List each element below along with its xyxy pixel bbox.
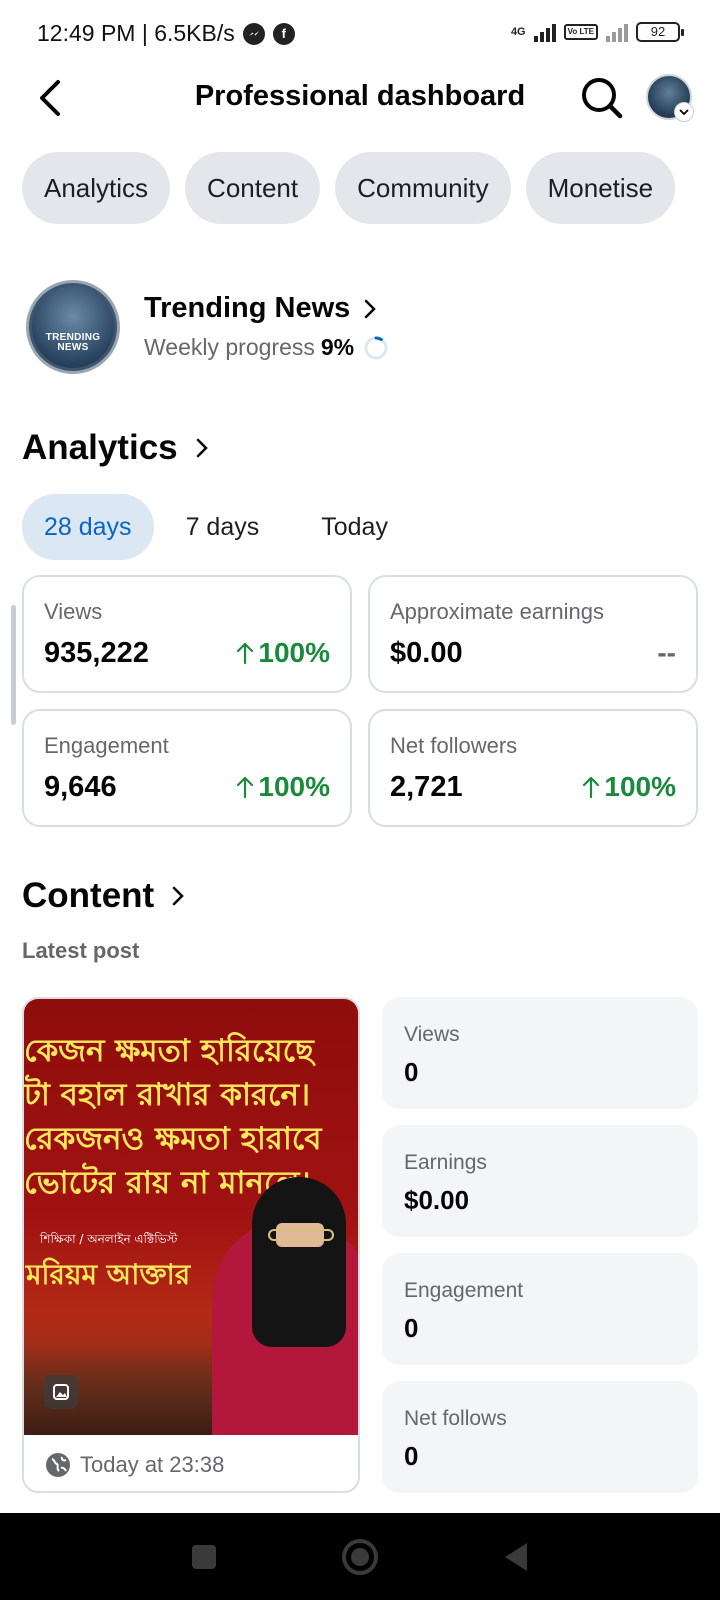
stat-value: 9,646	[44, 771, 117, 803]
profile-name-row[interactable]: Trending News	[144, 292, 377, 325]
stat-card-net-followers[interactable]: Net followers 2,721 100%	[368, 709, 698, 827]
battery-indicator: 92	[636, 22, 684, 42]
tab-monetise[interactable]: Monetise	[525, 152, 676, 224]
network-type: 4G	[510, 26, 526, 38]
post-metric-earnings: Earnings $0.00	[382, 1125, 698, 1237]
stat-label: Net followers	[390, 733, 518, 758]
range-7-days[interactable]: 7 days	[156, 494, 290, 560]
stat-delta: --	[657, 637, 676, 669]
stat-card-earnings[interactable]: Approximate earnings $0.00 --	[368, 575, 698, 693]
weekly-progress-value: 9%	[320, 334, 355, 360]
analytics-title: Analytics	[22, 428, 178, 467]
range-today[interactable]: Today	[291, 494, 418, 560]
recent-apps-button[interactable]	[184, 1537, 224, 1577]
person-hijab	[252, 1177, 346, 1347]
status-time-speed: 12:49 PM | 6.5KB/s	[37, 20, 235, 46]
stat-delta: 100%	[236, 771, 330, 803]
stat-delta-value: --	[657, 637, 676, 668]
range-28-days[interactable]: 28 days	[22, 494, 154, 560]
page-logo: TRENDING NEWS	[26, 280, 120, 374]
volte-badge: Vo LTE	[563, 24, 598, 40]
content-title: Content	[22, 876, 155, 915]
person-glasses	[268, 1229, 334, 1241]
tab-content[interactable]: Content	[185, 152, 321, 224]
post-time-text: Today at 23:38	[80, 1452, 225, 1477]
stat-value: 935,222	[44, 637, 149, 669]
metric-value: 0	[404, 1441, 419, 1471]
home-button[interactable]	[340, 1537, 380, 1577]
stat-card-engagement[interactable]: Engagement 9,646 100%	[22, 709, 352, 827]
chevron-down-icon	[674, 102, 694, 122]
page-name: Trending News	[144, 292, 351, 324]
stat-label: Views	[44, 599, 103, 624]
metric-label: Engagement	[404, 1279, 524, 1302]
date-range-tabs: 28 days 7 days Today	[22, 494, 418, 560]
metric-value: $0.00	[404, 1185, 470, 1215]
status-right: 4G Vo LTE 92	[510, 22, 684, 42]
search-button[interactable]	[578, 74, 626, 122]
status-left: 12:49 PM | 6.5KB/s f	[37, 20, 295, 47]
circle-home-icon	[342, 1539, 378, 1575]
stat-card-views[interactable]: Views 935,222 100%	[22, 575, 352, 693]
metric-label: Views	[404, 1023, 460, 1046]
app-header: Professional dashboard	[0, 68, 720, 132]
arrow-up-icon	[583, 776, 600, 799]
post-thumbnail[interactable]: কেজন ক্ষমতা হারিয়েছে টা বহাল রাখার কারন…	[24, 999, 358, 1435]
post-metric-engagement: Engagement 0	[382, 1253, 698, 1365]
signal-strong-icon	[533, 22, 556, 42]
stat-delta-value: 100%	[258, 771, 330, 802]
system-back-button[interactable]	[496, 1537, 536, 1577]
system-navigation-bar	[0, 1513, 720, 1600]
chevron-right-icon	[365, 299, 377, 318]
post-role-text: শিক্ষিকা / অনলাইন এক্টিভিস্ট	[40, 1232, 178, 1246]
signal-weak-icon	[606, 22, 628, 42]
status-bar: 12:49 PM | 6.5KB/s f 4G Vo LTE 92	[0, 0, 720, 70]
metric-value: 0	[404, 1313, 419, 1343]
stat-value: 2,721	[390, 771, 463, 803]
metric-label: Earnings	[404, 1151, 487, 1174]
post-metric-views: Views 0	[382, 997, 698, 1109]
page-profile[interactable]: TRENDING NEWS Trending News Weekly progr…	[26, 280, 696, 376]
stat-label: Approximate earnings	[390, 599, 605, 624]
weekly-progress-label: Weekly progress	[144, 334, 315, 360]
scroll-indicator	[11, 605, 16, 725]
stat-value: $0.00	[390, 637, 463, 669]
dashboard-tabs: Analytics Content Community Monetise	[22, 152, 676, 224]
post-metric-net-follows: Net follows 0	[382, 1381, 698, 1493]
chevron-right-icon	[196, 438, 208, 458]
account-switcher-avatar[interactable]	[646, 74, 694, 122]
globe-icon	[46, 1453, 70, 1477]
stat-label: Engagement	[44, 733, 169, 758]
arrow-up-icon	[237, 642, 254, 665]
content-heading[interactable]: Content	[22, 876, 184, 916]
stat-delta: 100%	[236, 637, 330, 669]
search-icon	[582, 78, 623, 119]
tab-community[interactable]: Community	[335, 152, 511, 224]
metric-value: 0	[404, 1057, 419, 1087]
stat-delta-value: 100%	[604, 771, 676, 802]
tab-analytics[interactable]: Analytics	[22, 152, 171, 224]
photo-icon	[44, 1375, 78, 1409]
logo-text: TRENDING NEWS	[45, 332, 101, 353]
progress-ring-icon	[364, 336, 388, 359]
messenger-icon	[242, 22, 265, 45]
square-icon	[192, 1545, 216, 1569]
arrow-up-icon	[237, 776, 254, 799]
metric-label: Net follows	[404, 1407, 507, 1430]
triangle-back-icon	[505, 1543, 527, 1571]
latest-post-label: Latest post	[22, 938, 140, 963]
post-author-name: মরিয়ম আক্তার	[26, 1258, 191, 1291]
chevron-right-icon	[172, 886, 184, 906]
stat-delta: 100%	[582, 771, 676, 803]
weekly-progress: Weekly progress 9%	[144, 334, 388, 361]
stat-delta-value: 100%	[258, 637, 330, 668]
latest-post-card[interactable]: কেজন ক্ষমতা হারিয়েছে টা বহাল রাখার কারন…	[22, 997, 360, 1493]
facebook-icon: f	[272, 22, 295, 45]
analytics-heading[interactable]: Analytics	[22, 428, 208, 468]
post-timestamp: Today at 23:38	[44, 1451, 224, 1479]
